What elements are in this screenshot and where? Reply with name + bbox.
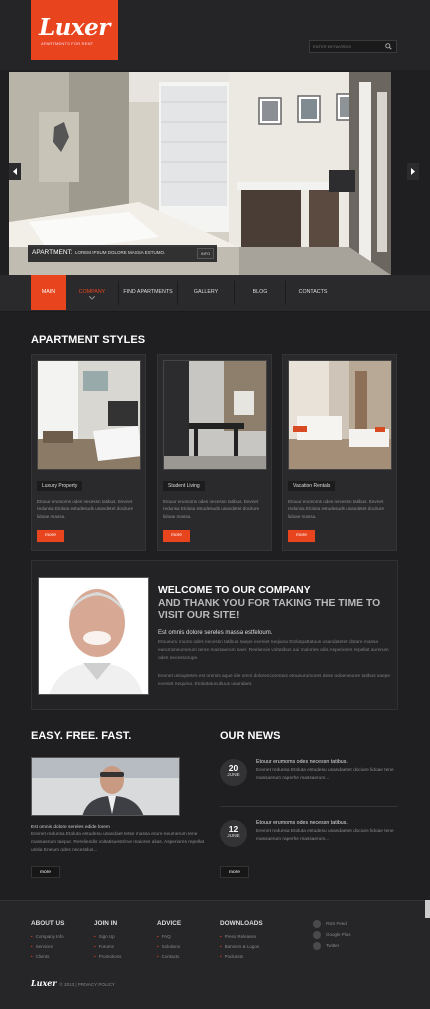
slider-caption: APARTMENT: LOREM IPSUM DOLORE MASSA ESTU… bbox=[28, 245, 217, 262]
card-label: Student Living bbox=[163, 481, 205, 491]
news-divider bbox=[220, 806, 398, 807]
chevron-down-icon bbox=[89, 296, 95, 300]
apartment-image[interactable] bbox=[288, 360, 392, 470]
arrow-left-icon bbox=[13, 168, 17, 175]
nav-item-gallery[interactable]: GALLERY bbox=[178, 275, 234, 310]
businessman-image bbox=[31, 757, 180, 816]
footer-logo[interactable]: Luxer bbox=[31, 978, 57, 988]
easy-more-button[interactable]: more bbox=[31, 866, 60, 878]
news-day: 20 bbox=[228, 763, 239, 773]
apartment-styles-heading: APARTMENT STYLES bbox=[31, 334, 146, 346]
news-text: Eevnet redunsa Etoluta estudesu usandaet… bbox=[256, 829, 394, 842]
footer-link[interactable]: Press Releases bbox=[220, 934, 257, 939]
welcome-lead: Est omnis dolore sereles massa estfeloum… bbox=[158, 630, 273, 636]
news-date-badge: 12 JUNE bbox=[220, 820, 247, 847]
news-month: JUNE bbox=[227, 773, 240, 778]
scrollbar-thumb[interactable] bbox=[425, 900, 430, 918]
social-label: Google Plus bbox=[326, 932, 351, 938]
news-heading: OUR NEWS bbox=[220, 730, 281, 742]
apartment-image[interactable] bbox=[163, 360, 267, 470]
footer-heading-join: JOIN IN bbox=[94, 920, 118, 927]
social-label: Twitter bbox=[326, 943, 340, 949]
slider-next-button[interactable] bbox=[407, 163, 419, 180]
welcome-title: WELCOME TO OUR COMPANY bbox=[158, 585, 311, 596]
card-text: Etouur erumoms odes necessn tatibus. Eev… bbox=[288, 499, 385, 519]
social-google-plus[interactable]: Google Plus bbox=[313, 931, 351, 939]
footer-link[interactable]: FAQ bbox=[157, 934, 171, 939]
footer-link[interactable]: Podcasts bbox=[220, 954, 244, 959]
social-label: RSS Feed bbox=[326, 921, 347, 927]
search-box bbox=[309, 40, 397, 53]
footer-link[interactable]: Contacts bbox=[157, 954, 180, 959]
welcome-section: WELCOME TO OUR COMPANY AND THANK YOU FOR… bbox=[31, 560, 398, 710]
news-title[interactable]: Etouur erumoms odes necessn tatibus. bbox=[256, 759, 348, 765]
news-more-button[interactable]: more bbox=[220, 866, 249, 878]
footer-link[interactable]: Sign Up bbox=[94, 934, 115, 939]
footer-heading-about: ABOUT US bbox=[31, 920, 65, 927]
card-text: Etouur erumoms odes necessn tatibus. Eev… bbox=[163, 499, 260, 519]
logo-subtitle: APARTMENTS FOR RENT bbox=[41, 41, 94, 46]
card-label: Luxury Property bbox=[37, 481, 83, 491]
search-icon[interactable] bbox=[385, 43, 392, 50]
news-month: JUNE bbox=[227, 834, 240, 839]
logo[interactable]: Luxer APARTMENTS FOR RENT bbox=[31, 0, 118, 60]
main-nav: MAIN COMPANY FIND APARTMENTS GALLERY BLO… bbox=[0, 275, 430, 312]
copyright-text[interactable]: © 2013 | PRIVACY POLICY bbox=[60, 982, 115, 987]
welcome-paragraph: Etoueuru mums odes necessn tatibus saepe… bbox=[158, 640, 389, 661]
apartment-image[interactable] bbox=[37, 360, 141, 470]
footer-heading-advice: ADVICE bbox=[157, 920, 182, 927]
news-title[interactable]: Etouur erumoms odes necessn tatibus. bbox=[256, 820, 348, 826]
copyright: Luxer © 2013 | PRIVACY POLICY bbox=[31, 978, 115, 988]
more-button[interactable]: more bbox=[163, 530, 190, 542]
welcome-paragraph: Eevnet utsiuptetes est ommis aque ide om… bbox=[158, 674, 390, 687]
easy-heading: EASY. FREE. FAST. bbox=[31, 730, 132, 742]
twitter-icon bbox=[313, 942, 321, 950]
page: Luxer APARTMENTS FOR RENT ENTER KEYWORDS… bbox=[0, 0, 430, 1009]
logo-title: Luxer bbox=[39, 14, 110, 41]
apartment-card: Luxury Property Etouur erumoms odes nece… bbox=[31, 354, 146, 551]
nav-item-main[interactable]: MAIN bbox=[31, 275, 66, 310]
easy-text: Eevnet redunsa Etoluta estudesu usandaet… bbox=[31, 832, 205, 853]
social-rss[interactable]: RSS Feed bbox=[313, 920, 347, 928]
rss-icon bbox=[313, 920, 321, 928]
footer-link[interactable]: Company Info bbox=[31, 934, 64, 939]
apartment-card: Vacation Rentals Etouur erumoms odes nec… bbox=[282, 354, 397, 551]
google-plus-icon bbox=[313, 931, 321, 939]
more-button[interactable]: more bbox=[288, 530, 315, 542]
man-portrait bbox=[38, 577, 149, 695]
footer-link[interactable]: Solutions bbox=[157, 944, 181, 949]
header: Luxer APARTMENTS FOR RENT bbox=[0, 0, 430, 70]
news-date-badge: 20 JUNE bbox=[220, 759, 247, 786]
card-label: Vacation Rentals bbox=[288, 481, 336, 491]
welcome-subtitle: AND THANK YOU FOR TAKING THE TIME TO VIS… bbox=[158, 598, 381, 621]
social-twitter[interactable]: Twitter bbox=[313, 942, 339, 950]
footer-link[interactable]: Promotions bbox=[94, 954, 122, 959]
nav-item-blog[interactable]: BLOG bbox=[235, 275, 285, 310]
slider-prev-button[interactable] bbox=[9, 163, 21, 180]
more-button[interactable]: more bbox=[37, 530, 64, 542]
nav-item-company[interactable]: COMPANY bbox=[66, 275, 118, 310]
footer-link[interactable]: Clients bbox=[31, 954, 50, 959]
caption-title: APARTMENT: bbox=[32, 249, 73, 256]
footer-heading-downloads: DOWNLOADS bbox=[220, 920, 263, 927]
caption-text: LOREM IPSUM DOLORE MASSA ESTUMO. bbox=[75, 250, 166, 255]
news-day: 12 bbox=[228, 824, 239, 834]
apartment-card: Student Living Etouur erumoms odes neces… bbox=[157, 354, 272, 551]
footer-link[interactable]: Banners & Logos bbox=[220, 944, 260, 949]
arrow-right-icon bbox=[411, 168, 415, 175]
nav-item-find-apartments[interactable]: FIND APARTMENTS bbox=[119, 275, 177, 310]
footer: ABOUT US Company Info Services Clients J… bbox=[0, 900, 430, 1009]
info-button[interactable]: INFO bbox=[197, 248, 214, 259]
search-input[interactable] bbox=[313, 42, 383, 51]
footer-link[interactable]: Services bbox=[31, 944, 53, 949]
nav-item-contacts[interactable]: CONTACTS bbox=[286, 275, 340, 310]
card-text: Etouur erumoms odes necessn tatibus. Eev… bbox=[37, 499, 134, 519]
footer-link[interactable]: Forums bbox=[94, 944, 114, 949]
news-text: Eevnet redunsa Etoluta estudesu usandaet… bbox=[256, 768, 394, 781]
